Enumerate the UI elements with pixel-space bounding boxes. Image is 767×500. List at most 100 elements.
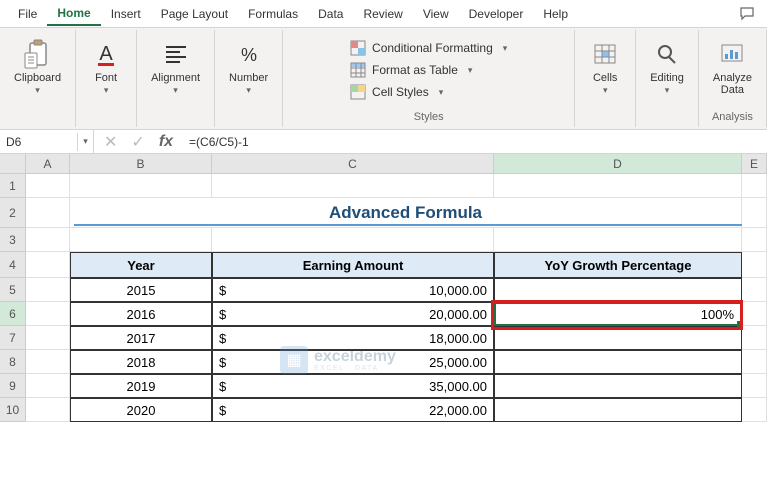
alignment-label: Alignment	[151, 72, 200, 84]
ribbon: Clipboard ▾ A Font ▾ Alignment ▾ % Numbe…	[0, 28, 767, 130]
font-button[interactable]: A Font ▾	[84, 34, 128, 100]
row-header[interactable]: 6	[0, 302, 26, 326]
tab-formulas[interactable]: Formulas	[238, 3, 308, 25]
row-header[interactable]: 4	[0, 252, 26, 278]
svg-text:A: A	[99, 43, 113, 65]
cell-yoy-active[interactable]: 100%	[494, 302, 742, 326]
col-header-a[interactable]: A	[26, 154, 70, 173]
cell-yoy[interactable]	[494, 278, 742, 302]
tab-help[interactable]: Help	[533, 3, 578, 25]
row-header[interactable]: 8	[0, 350, 26, 374]
tab-insert[interactable]: Insert	[101, 3, 151, 25]
chevron-down-icon: ▾	[468, 65, 473, 76]
worksheet-grid[interactable]: A B C D E 1 2Advanced Formula 3 4 Year E…	[0, 154, 767, 422]
chevron-down-icon: ▾	[104, 85, 109, 96]
font-icon: A	[90, 38, 122, 70]
group-styles: Conditional Formatting ▾ Format as Table…	[283, 30, 575, 127]
th-earning: Earning Amount	[212, 252, 494, 278]
cancel-icon[interactable]: ✕	[104, 132, 117, 152]
clipboard-button[interactable]: Clipboard ▾	[8, 34, 67, 100]
cell-amount[interactable]: $18,000.00	[212, 326, 494, 350]
comments-icon[interactable]	[739, 7, 755, 21]
alignment-button[interactable]: Alignment ▾	[145, 34, 206, 100]
analyze-label: AnalyzeData	[713, 72, 752, 96]
row-header[interactable]: 7	[0, 326, 26, 350]
cell-amount[interactable]: $20,000.00	[212, 302, 494, 326]
group-number: % Number ▾	[215, 30, 283, 127]
row-header[interactable]: 5	[0, 278, 26, 302]
cell-year[interactable]: 2020	[70, 398, 212, 422]
cell-amount[interactable]: $10,000.00	[212, 278, 494, 302]
group-analysis: AnalyzeData Analysis	[699, 30, 767, 127]
tab-review[interactable]: Review	[353, 3, 412, 25]
row-header[interactable]: 2	[0, 198, 26, 228]
cell-yoy[interactable]	[494, 374, 742, 398]
formula-input[interactable]: =(C6/C5)-1	[183, 133, 767, 151]
cells-icon	[589, 38, 621, 70]
chevron-down-icon: ▾	[173, 85, 178, 96]
analysis-group-label: Analysis	[712, 111, 753, 123]
tab-page-layout[interactable]: Page Layout	[151, 3, 238, 25]
format-as-table-button[interactable]: Format as Table ▾	[346, 60, 511, 80]
styles-group-label: Styles	[414, 111, 444, 123]
fmt-table-label: Format as Table	[372, 63, 458, 77]
chevron-down-icon: ▾	[246, 85, 251, 96]
chevron-down-icon: ▾	[439, 87, 444, 98]
cell-year[interactable]: 2018	[70, 350, 212, 374]
group-clipboard: Clipboard ▾	[0, 30, 76, 127]
cell-amount[interactable]: $35,000.00	[212, 374, 494, 398]
cell-amount[interactable]: $25,000.00	[212, 350, 494, 374]
chevron-down-icon: ▾	[503, 43, 508, 54]
col-header-e[interactable]: E	[742, 154, 767, 173]
cells-label: Cells	[593, 72, 617, 84]
name-box[interactable]: D6	[0, 133, 78, 151]
col-header-b[interactable]: B	[70, 154, 212, 173]
number-button[interactable]: % Number ▾	[223, 34, 274, 100]
percent-icon: %	[233, 38, 265, 70]
select-all-corner[interactable]	[0, 154, 26, 173]
fx-icon[interactable]: fx	[159, 133, 173, 151]
row-header[interactable]: 9	[0, 374, 26, 398]
chevron-down-icon: ▾	[603, 85, 608, 96]
formula-controls: ✕ ✓ fx	[94, 132, 183, 152]
menu-bar: File Home Insert Page Layout Formulas Da…	[0, 0, 767, 28]
cell-yoy[interactable]	[494, 326, 742, 350]
group-editing: Editing ▾	[636, 30, 699, 127]
confirm-icon[interactable]: ✓	[131, 132, 144, 152]
analyze-data-button[interactable]: AnalyzeData	[707, 34, 758, 100]
clipboard-label: Clipboard	[14, 72, 61, 84]
cell-year[interactable]: 2019	[70, 374, 212, 398]
cell-styles-button[interactable]: Cell Styles ▾	[346, 82, 511, 102]
group-font: A Font ▾	[76, 30, 137, 127]
cell-year[interactable]: 2015	[70, 278, 212, 302]
tab-developer[interactable]: Developer	[459, 3, 534, 25]
editing-button[interactable]: Editing ▾	[644, 34, 690, 100]
row-header[interactable]: 10	[0, 398, 26, 422]
title-underline	[74, 224, 742, 226]
row-header[interactable]: 1	[0, 174, 26, 198]
cell-yoy[interactable]	[494, 398, 742, 422]
editing-label: Editing	[650, 72, 684, 84]
cell-yoy[interactable]	[494, 350, 742, 374]
row-header[interactable]: 3	[0, 228, 26, 252]
conditional-formatting-button[interactable]: Conditional Formatting ▾	[346, 38, 511, 58]
namebox-dropdown[interactable]: ▾	[78, 130, 94, 153]
formula-bar: D6 ▾ ✕ ✓ fx =(C6/C5)-1	[0, 130, 767, 154]
cell-year[interactable]: 2017	[70, 326, 212, 350]
tab-file[interactable]: File	[8, 3, 47, 25]
col-header-d[interactable]: D	[494, 154, 742, 173]
alignment-icon	[160, 38, 192, 70]
tab-view[interactable]: View	[413, 3, 459, 25]
table-icon	[350, 62, 366, 78]
cell-year[interactable]: 2016	[70, 302, 212, 326]
tab-home[interactable]: Home	[47, 2, 100, 26]
cell-amount[interactable]: $22,000.00	[212, 398, 494, 422]
cond-fmt-label: Conditional Formatting	[372, 41, 493, 55]
cells-button[interactable]: Cells ▾	[583, 34, 627, 100]
cell-styles-label: Cell Styles	[372, 85, 429, 99]
group-alignment: Alignment ▾	[137, 30, 215, 127]
tab-data[interactable]: Data	[308, 3, 353, 25]
th-yoy: YoY Growth Percentage	[494, 252, 742, 278]
col-header-c[interactable]: C	[212, 154, 494, 173]
clipboard-icon	[22, 38, 54, 70]
